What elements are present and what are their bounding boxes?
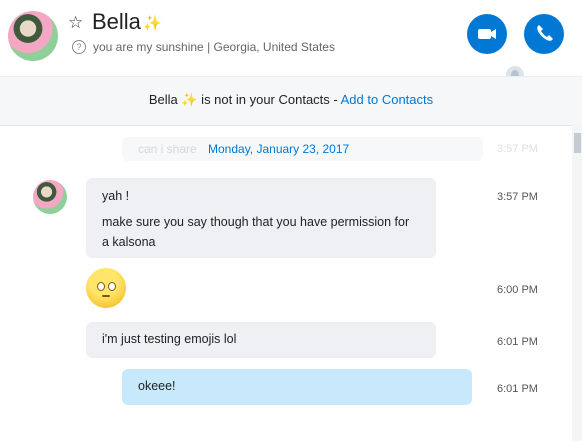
contact-request-banner: Bella ✨ is not in your Contacts - Add to… <box>0 76 582 126</box>
message-text: i'm just testing emojis lol <box>102 332 237 346</box>
phone-icon <box>537 25 553 41</box>
sparkle-icon: ✨ <box>143 15 162 32</box>
message-text: yah ! <box>102 189 130 203</box>
message-time: 3:57 PM <box>497 191 538 203</box>
message-text: okeee! <box>138 379 176 393</box>
date-divider: Monday, January 23, 2017 <box>208 142 350 156</box>
message-bubble[interactable]: i'm just testing emojis lol <box>86 322 436 358</box>
message-time: 6:01 PM <box>497 336 538 348</box>
help-icon[interactable]: ? <box>72 40 86 54</box>
mood-and-location: you are my sunshine | Georgia, United St… <box>93 40 335 54</box>
conversation-header: ☆ Bella ✨ ? you are my sunshine | Georgi… <box>0 0 582 84</box>
contact-avatar[interactable] <box>8 11 58 61</box>
faded-message-time: 3:57 PM <box>497 143 538 155</box>
message-time: 6:01 PM <box>497 383 538 395</box>
sender-avatar[interactable] <box>33 180 67 214</box>
emoji-eye <box>108 282 116 291</box>
message-time: 6:00 PM <box>497 284 538 296</box>
separator: | <box>207 40 211 54</box>
message-text: make sure you say though that you have p… <box>102 215 410 249</box>
video-camera-icon <box>478 29 496 39</box>
emoji-mouth <box>102 295 110 297</box>
mood-message: you are my sunshine <box>93 40 204 54</box>
add-to-contacts-link[interactable]: Add to Contacts <box>341 92 434 107</box>
message-list[interactable]: can i share 3:57 PM Monday, January 23, … <box>0 125 572 441</box>
audio-call-button[interactable] <box>524 14 564 54</box>
message-bubble[interactable]: yah ! make sure you say though that you … <box>86 178 436 258</box>
video-call-button[interactable] <box>467 14 507 54</box>
confused-emoji-icon[interactable] <box>86 268 126 308</box>
contact-name[interactable]: Bella <box>92 9 141 35</box>
location: Georgia, United States <box>213 40 335 54</box>
scrollbar-thumb[interactable] <box>574 133 581 153</box>
emoji-eye <box>97 282 105 291</box>
favorite-star-icon[interactable]: ☆ <box>68 13 83 33</box>
banner-text: Bella ✨ is not in your Contacts - <box>148 92 341 107</box>
own-message-bubble[interactable]: okeee! <box>122 369 472 405</box>
scrollbar-track[interactable] <box>572 125 582 441</box>
